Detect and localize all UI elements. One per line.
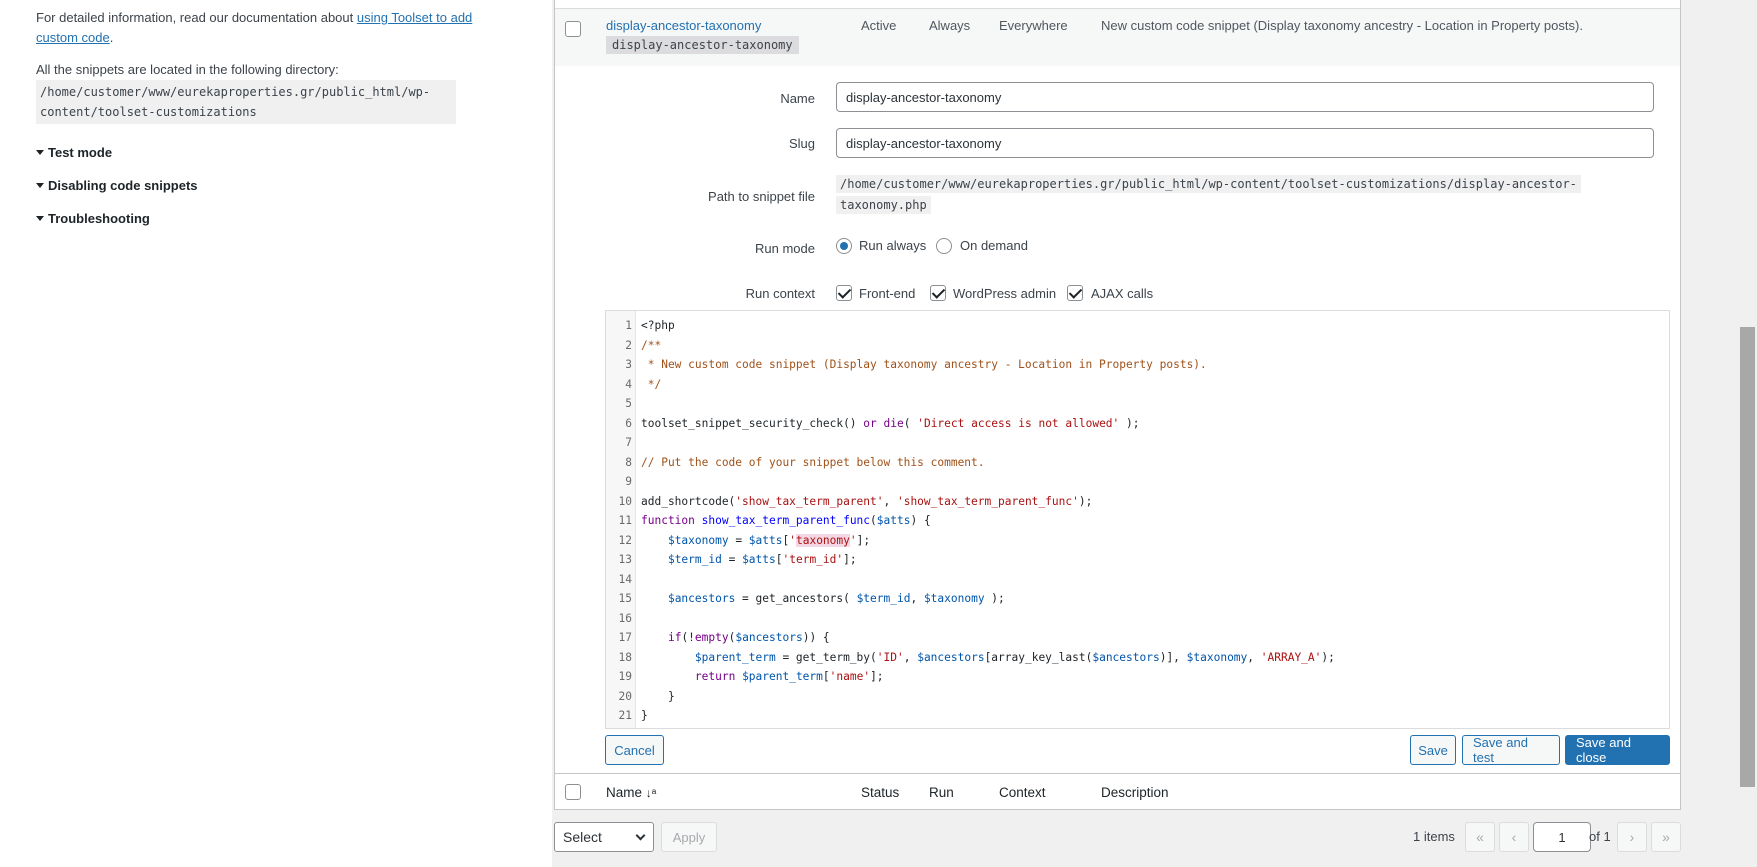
run-always-label[interactable]: Run always: [859, 238, 926, 253]
triangle-down-icon: [36, 150, 44, 155]
help-text: For detailed information, read our docum…: [36, 10, 357, 25]
snippet-path: /home/customer/www/eurekaproperties.gr/p…: [836, 174, 1596, 216]
frontend-label[interactable]: Front-end: [859, 286, 915, 301]
directory-path: /home/customer/www/eurekaproperties.gr/p…: [36, 80, 456, 124]
on-demand-radio[interactable]: [936, 238, 952, 254]
name-label: Name: [780, 91, 815, 106]
path-label: Path to snippet file: [708, 189, 815, 204]
triangle-down-icon: [36, 183, 44, 188]
scrollbar-thumb[interactable]: [1740, 327, 1755, 787]
name-column-sort[interactable]: Name ↓ᵃ: [606, 785, 656, 800]
slug-input[interactable]: [836, 128, 1654, 158]
description-column: Description: [1101, 785, 1169, 800]
toggle-label: Troubleshooting: [48, 211, 150, 226]
save-and-test-button[interactable]: Save and test: [1462, 735, 1560, 765]
name-input[interactable]: [836, 82, 1654, 112]
snippet-row: display-ancestor-taxonomy display-ancest…: [555, 8, 1680, 66]
apply-button[interactable]: Apply: [661, 822, 717, 852]
code-editor[interactable]: 1 <?php 2/** 3 * New custom code snippet …: [605, 310, 1670, 729]
slug-label: Slug: [788, 136, 815, 151]
snippet-slug-chip: display-ancestor-taxonomy: [606, 36, 799, 54]
save-button[interactable]: Save: [1410, 735, 1456, 765]
current-page-input[interactable]: [1533, 822, 1591, 852]
path-line-1: /home/customer/www/eurekaproperties.gr/p…: [836, 175, 1581, 193]
snippet-description: New custom code snippet (Display taxonom…: [1101, 18, 1583, 33]
snippet-title-link[interactable]: display-ancestor-taxonomy: [606, 18, 761, 33]
snippet-run: Always: [929, 18, 971, 33]
status-column: Status: [861, 785, 900, 800]
toggle-test-mode[interactable]: Test mode: [36, 136, 516, 169]
sort-icon: ↓ᵃ: [645, 786, 657, 800]
context-column: Context: [999, 785, 1046, 800]
table-footer-header: Name ↓ᵃ Status Run Context Description: [555, 773, 1680, 810]
path-line-2: taxonomy.php: [836, 196, 931, 214]
run-mode-label: Run mode: [755, 241, 815, 256]
directory-text: All the snippets are located in the foll…: [36, 62, 339, 77]
frontend-checkbox[interactable]: [836, 285, 852, 301]
name-column-label: Name: [606, 785, 643, 800]
help-text-suffix: .: [109, 30, 114, 45]
prev-page-button[interactable]: ‹: [1499, 822, 1529, 852]
snippets-table: display-ancestor-taxonomy display-ancest…: [554, 0, 1681, 810]
page-scrollbar[interactable]: [1738, 0, 1757, 867]
bulk-select-value: Select: [563, 829, 602, 845]
first-page-button[interactable]: «: [1465, 822, 1495, 852]
ajax-label[interactable]: AJAX calls: [1091, 286, 1153, 301]
select-all-checkbox[interactable]: [565, 784, 581, 800]
triangle-down-icon: [36, 216, 44, 221]
run-column: Run: [929, 785, 954, 800]
save-and-close-button[interactable]: Save and close: [1565, 735, 1670, 765]
run-context-label: Run context: [745, 286, 815, 301]
toggle-label: Disabling code snippets: [48, 178, 198, 193]
help-paragraph-docs: For detailed information, read our docum…: [36, 8, 516, 48]
next-page-button[interactable]: ›: [1617, 822, 1647, 852]
help-sidebar: For detailed information, read our docum…: [0, 0, 552, 867]
snippet-status: Active: [861, 18, 897, 33]
snippet-context: Everywhere: [999, 18, 1068, 33]
total-pages: of 1: [1589, 829, 1611, 844]
bulk-action-select[interactable]: Select: [554, 822, 654, 852]
last-page-button[interactable]: »: [1651, 822, 1681, 852]
run-always-radio[interactable]: [836, 238, 852, 254]
wp-admin-checkbox[interactable]: [930, 285, 946, 301]
items-count: 1 items: [1413, 829, 1455, 844]
wp-admin-label[interactable]: WordPress admin: [953, 286, 1056, 301]
ajax-checkbox[interactable]: [1067, 285, 1083, 301]
row-checkbox[interactable]: [565, 21, 581, 37]
toggle-disabling-snippets[interactable]: Disabling code snippets: [36, 169, 516, 202]
toggle-label: Test mode: [48, 145, 113, 160]
cancel-button[interactable]: Cancel: [605, 735, 664, 765]
help-paragraph-directory: All the snippets are located in the foll…: [36, 60, 516, 124]
on-demand-label[interactable]: On demand: [960, 238, 1028, 253]
chevron-down-icon: [635, 830, 646, 841]
toggle-troubleshooting[interactable]: Troubleshooting: [36, 202, 516, 235]
